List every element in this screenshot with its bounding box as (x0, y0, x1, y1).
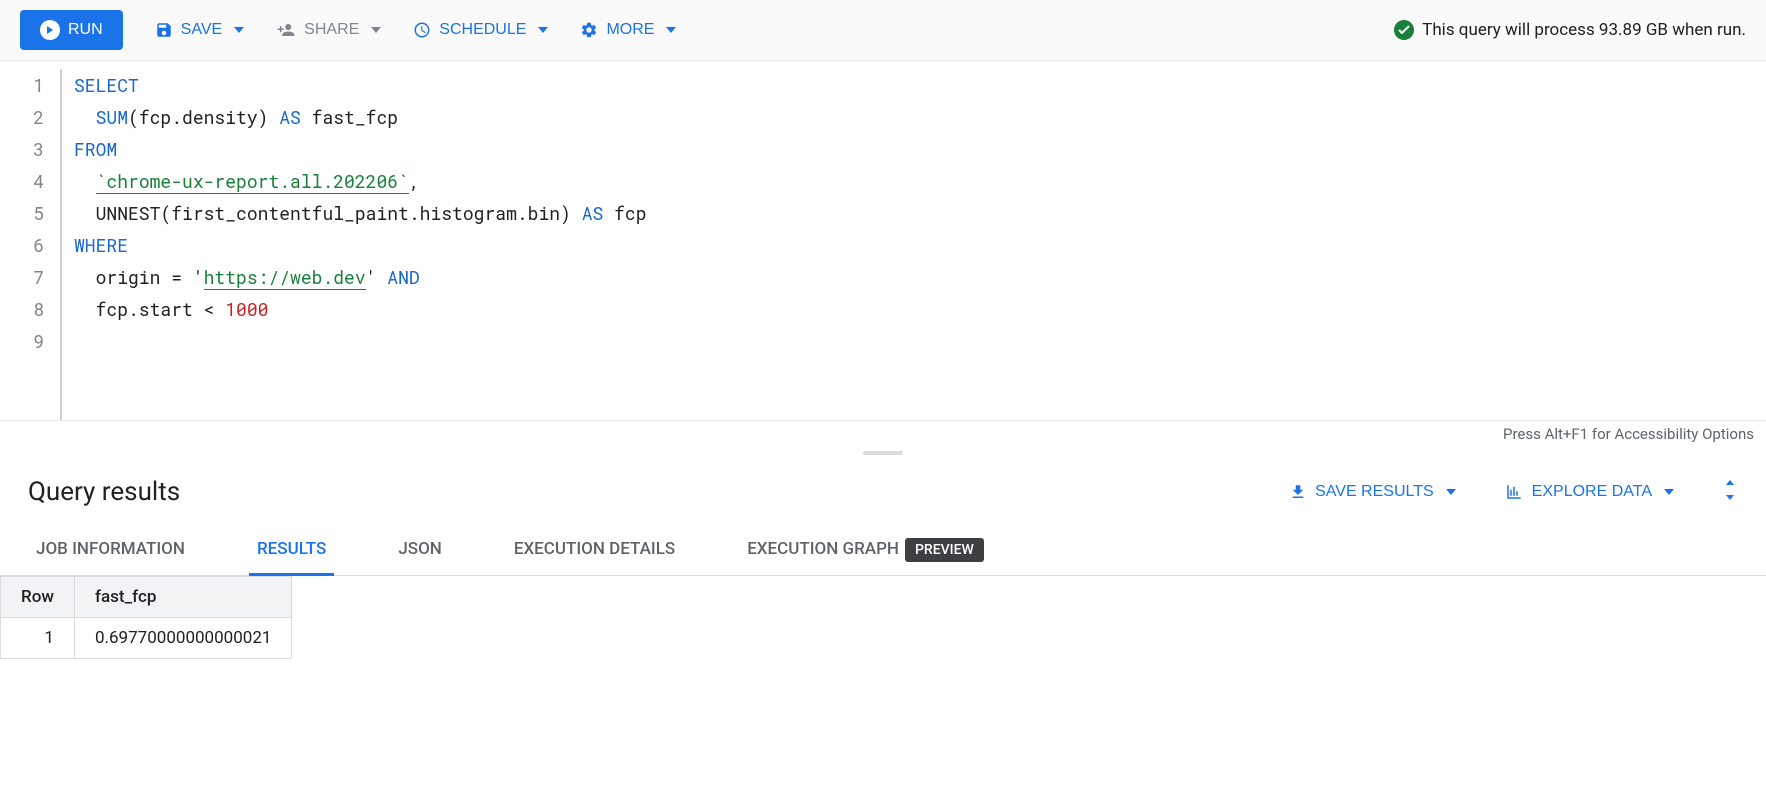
chevron-down-icon (1664, 489, 1674, 495)
status-text: This query will process 93.89 GB when ru… (1422, 20, 1746, 40)
results-header: Query results SAVE RESULTS EXPLORE DATA (0, 459, 1766, 525)
chevron-down-icon (234, 27, 244, 33)
data-cell: 0.69770000000000021 (74, 618, 291, 659)
row-number-cell: 1 (1, 618, 75, 659)
line-numbers: 123456789 (0, 69, 60, 420)
schedule-label: SCHEDULE (439, 21, 526, 39)
code-line[interactable]: `chrome-ux-report.all.202206`, (74, 165, 1766, 197)
sql-editor[interactable]: 123456789 SELECT SUM(fcp.density) AS fas… (0, 61, 1766, 421)
code-line[interactable]: FROM (74, 133, 1766, 165)
tab-execution-graph[interactable]: EXECUTION GRAPH PREVIEW (739, 525, 992, 576)
code-line[interactable]: WHERE (74, 229, 1766, 261)
check-icon (1394, 20, 1414, 40)
more-label: MORE (606, 21, 654, 39)
chart-icon (1504, 483, 1524, 501)
explore-data-label: EXPLORE DATA (1532, 483, 1652, 501)
tab-label: RESULTS (257, 539, 326, 559)
tab-json[interactable]: JSON (390, 525, 450, 576)
share-button[interactable]: SHARE (276, 21, 381, 39)
chevron-down-icon (1446, 489, 1456, 495)
results-table: Rowfast_fcp 10.69770000000000021 (0, 576, 292, 659)
line-number: 6 (0, 229, 44, 261)
expand-collapse-icon[interactable] (1722, 480, 1738, 504)
download-icon (1289, 483, 1307, 501)
query-status: This query will process 93.89 GB when ru… (1394, 20, 1746, 40)
line-number: 8 (0, 293, 44, 325)
save-results-button[interactable]: SAVE RESULTS (1289, 483, 1456, 501)
line-number: 5 (0, 197, 44, 229)
more-button[interactable]: MORE (580, 21, 676, 39)
accessibility-hint: Press Alt+F1 for Accessibility Options (0, 421, 1766, 447)
schedule-button[interactable]: SCHEDULE (413, 21, 548, 39)
line-number: 9 (0, 325, 44, 357)
preview-badge: PREVIEW (905, 538, 984, 562)
code-line[interactable]: fcp.start < 1000 (74, 293, 1766, 325)
tab-label: JOB INFORMATION (36, 539, 185, 559)
share-label: SHARE (304, 21, 359, 39)
tab-label: EXECUTION DETAILS (514, 539, 675, 559)
line-number: 3 (0, 133, 44, 165)
code-line[interactable]: origin = 'https://web.dev' AND (74, 261, 1766, 293)
resize-handle[interactable] (0, 447, 1766, 459)
chevron-down-icon (371, 27, 381, 33)
tab-label: JSON (398, 539, 442, 559)
line-number: 1 (0, 69, 44, 101)
drag-bar-icon (863, 451, 903, 455)
table-row: 10.69770000000000021 (1, 618, 292, 659)
run-button[interactable]: RUN (20, 10, 123, 50)
line-number: 2 (0, 101, 44, 133)
chevron-down-icon (538, 27, 548, 33)
column-header: fast_fcp (74, 577, 291, 618)
chevron-down-icon (666, 27, 676, 33)
results-tabs: JOB INFORMATION RESULTS JSON EXECUTION DETA… (0, 525, 1766, 576)
tab-results[interactable]: RESULTS (249, 525, 334, 576)
save-results-label: SAVE RESULTS (1315, 483, 1434, 501)
run-label: RUN (68, 21, 103, 39)
save-icon (155, 21, 173, 39)
tab-execution-details[interactable]: EXECUTION DETAILS (506, 525, 683, 576)
save-button[interactable]: SAVE (155, 21, 245, 39)
clock-icon (413, 21, 431, 39)
tab-job-information[interactable]: JOB INFORMATION (28, 525, 193, 576)
line-number: 7 (0, 261, 44, 293)
share-icon (276, 21, 296, 39)
line-number: 4 (0, 165, 44, 197)
save-label: SAVE (181, 21, 223, 39)
explore-data-button[interactable]: EXPLORE DATA (1504, 483, 1674, 501)
column-header: Row (1, 577, 75, 618)
code-content[interactable]: SELECT SUM(fcp.density) AS fast_fcpFROM … (60, 69, 1766, 420)
code-line[interactable]: SUM(fcp.density) AS fast_fcp (74, 101, 1766, 133)
gear-icon (580, 21, 598, 39)
toolbar: RUN SAVE SHARE SCHEDULE MORE This query … (0, 0, 1766, 61)
results-table-wrap: Rowfast_fcp 10.69770000000000021 (0, 576, 1766, 659)
results-title: Query results (28, 477, 180, 507)
tab-label: EXECUTION GRAPH (747, 539, 899, 559)
code-line[interactable]: UNNEST(first_contentful_paint.histogram.… (74, 197, 1766, 229)
code-line[interactable]: SELECT (74, 69, 1766, 101)
play-icon (40, 20, 60, 40)
code-line[interactable] (74, 325, 1766, 357)
